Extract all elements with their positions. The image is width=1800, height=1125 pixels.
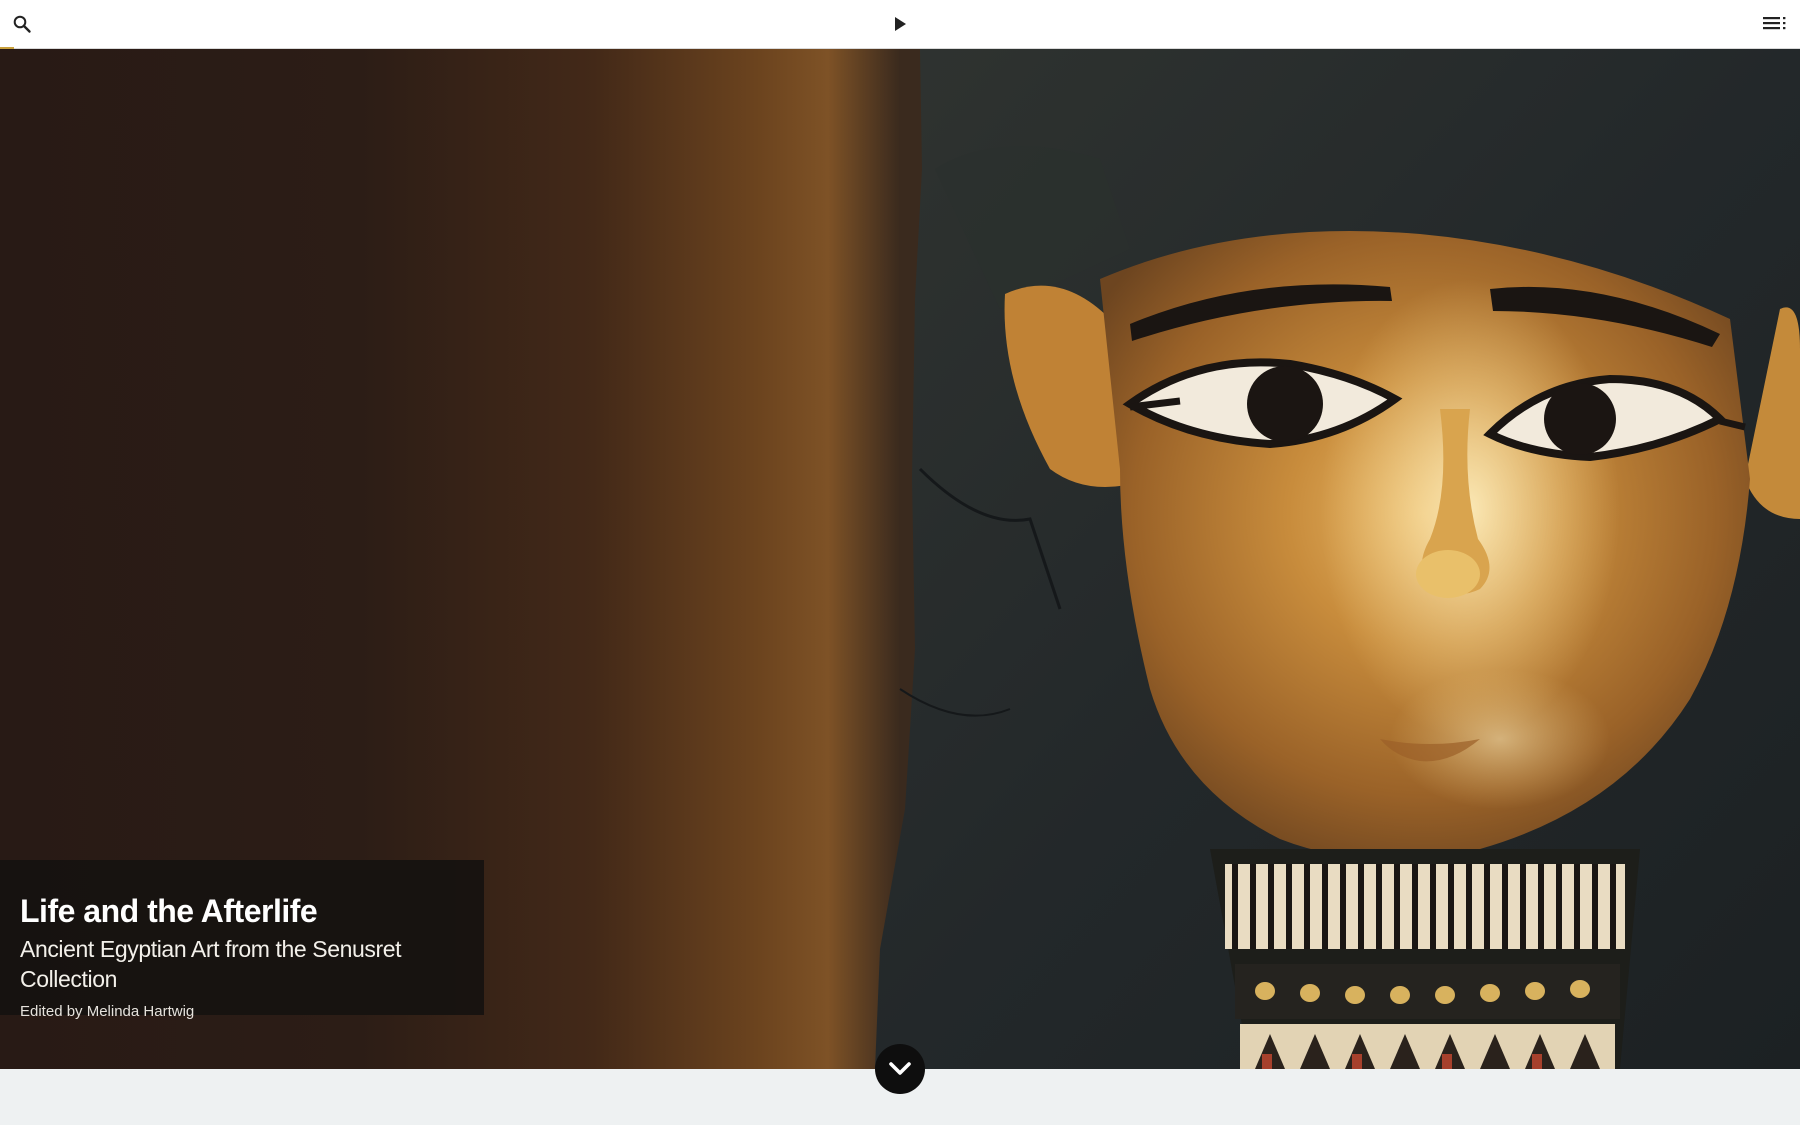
hero-image: Life and the Afterlife Ancient Egyptian … [0, 49, 1800, 1069]
page-title: Life and the Afterlife [20, 893, 318, 929]
editor-credit: Edited by Melinda Hartwig [20, 1003, 195, 1020]
scroll-down-button[interactable] [875, 1044, 925, 1094]
play-icon[interactable] [887, 12, 913, 36]
chevron-down-icon [889, 1062, 911, 1075]
collar-stripes [1225, 864, 1625, 1069]
table-of-contents-icon[interactable] [1762, 12, 1788, 36]
search-icon[interactable] [9, 12, 35, 36]
reading-progress-bar [0, 47, 15, 49]
top-toolbar [0, 0, 1800, 49]
title-card: Life and the Afterlife Ancient Egyptian … [0, 860, 484, 1020]
page-subtitle: Ancient Egyptian Art from the Senusret C… [20, 936, 402, 992]
